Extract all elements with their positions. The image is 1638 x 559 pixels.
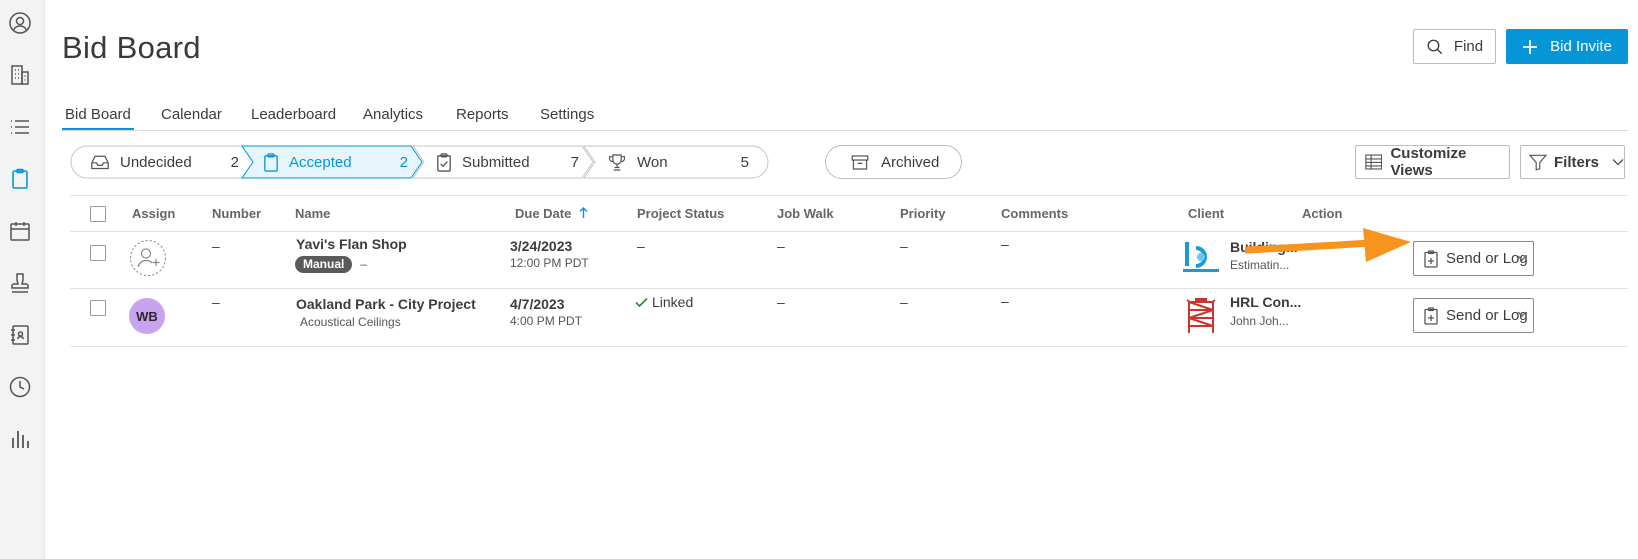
filters-button[interactable]: Filters: [1520, 145, 1625, 179]
building-icon[interactable]: [6, 61, 34, 89]
clipboard-icon: [264, 152, 278, 172]
stage-won-label: Won: [637, 153, 668, 171]
chevron-down-icon: [1612, 159, 1624, 166]
search-icon: [1427, 39, 1443, 54]
row-project-status-label: Linked: [652, 294, 694, 310]
stage-submitted-label: Submitted: [462, 153, 530, 171]
archived-button[interactable]: Archived: [825, 145, 962, 179]
stage-accepted[interactable]: Accepted 2: [241, 145, 424, 179]
sort-ascending-icon: [579, 207, 588, 218]
bar-chart-icon[interactable]: [6, 425, 34, 453]
row-due-date: 3/24/2023: [510, 238, 573, 254]
filter-funnel-icon: [1529, 154, 1547, 170]
clipboard-plus-icon: [1424, 249, 1438, 268]
avatar[interactable]: WB: [129, 298, 165, 334]
tab-analytics[interactable]: Analytics: [363, 106, 423, 130]
filters-label: Filters: [1553, 153, 1599, 171]
clipboard-plus-icon: [1424, 306, 1438, 325]
row-comments: –: [1001, 293, 1009, 309]
row-subtitle: –: [360, 257, 367, 271]
row-name[interactable]: Yavi's Flan Shop: [296, 236, 407, 252]
plus-icon: [1523, 39, 1538, 54]
expand-row-chevron-icon[interactable]: [1516, 254, 1528, 262]
tab-calendar[interactable]: Calendar: [161, 106, 222, 130]
col-priority[interactable]: Priority: [900, 206, 946, 221]
row-project-status: –: [637, 238, 645, 254]
row-client-name[interactable]: HRL Con...: [1230, 294, 1301, 310]
col-number[interactable]: Number: [212, 206, 261, 221]
row-comments: –: [1001, 236, 1009, 252]
row-checkbox[interactable]: [90, 300, 106, 316]
customize-views-label: Customize Views: [1390, 145, 1467, 179]
col-action[interactable]: Action: [1302, 206, 1342, 221]
stage-submitted-count: 7: [570, 153, 579, 171]
clipboard-icon[interactable]: [6, 165, 34, 193]
row-due-time: 4:00 PM PDT: [510, 314, 583, 328]
left-sidebar: [0, 0, 45, 559]
row-due-date: 4/7/2023: [510, 296, 565, 312]
tab-bid-board[interactable]: Bid Board: [62, 106, 134, 130]
row-priority: –: [900, 238, 908, 254]
stage-accepted-count: 2: [399, 153, 408, 171]
customize-views-button[interactable]: Customize Views: [1355, 145, 1510, 179]
row-name-meta: Manual –: [295, 255, 367, 273]
inbox-icon: [91, 155, 109, 170]
archived-button-label: Archived: [881, 153, 940, 171]
row-subtitle: Acoustical Ceilings: [300, 315, 401, 329]
stage-won[interactable]: Won 5: [583, 145, 769, 179]
trophy-icon: [608, 153, 626, 171]
tab-bar: Bid Board Calendar Leaderboard Analytics…: [62, 100, 1628, 131]
stage-accepted-label: Accepted: [289, 153, 352, 171]
row-job-walk: –: [777, 294, 785, 310]
row-due-time: 12:00 PM PDT: [510, 256, 589, 270]
stage-undecided-count: 2: [230, 153, 239, 171]
row-job-walk: –: [777, 238, 785, 254]
contacts-book-icon[interactable]: [6, 321, 34, 349]
calendar-icon[interactable]: [6, 217, 34, 245]
bid-invite-button-label: Bid Invite: [1550, 38, 1612, 55]
row-number: –: [212, 294, 220, 310]
client-logo-icon: [1183, 240, 1219, 276]
col-job-walk[interactable]: Job Walk: [777, 206, 834, 221]
stage-won-count: 5: [740, 153, 749, 171]
row-project-status: Linked: [635, 294, 693, 310]
tab-leaderboard[interactable]: Leaderboard: [251, 106, 336, 130]
check-icon: [635, 297, 648, 307]
col-assign[interactable]: Assign: [132, 206, 175, 221]
stage-undecided-label: Undecided: [120, 153, 192, 171]
table-grid-icon: [1365, 154, 1383, 170]
list-icon[interactable]: [6, 113, 34, 141]
tab-reports[interactable]: Reports: [456, 106, 509, 130]
stage-submitted[interactable]: Submitted 7: [412, 145, 595, 179]
col-client[interactable]: Client: [1188, 206, 1224, 221]
manual-badge: Manual: [295, 256, 353, 273]
col-project-status[interactable]: Project Status: [637, 206, 724, 221]
clipboard-check-icon: [437, 152, 451, 172]
stamp-icon[interactable]: [6, 269, 34, 297]
client-logo-icon: [1186, 298, 1216, 333]
stage-undecided[interactable]: Undecided 2: [70, 145, 255, 179]
clock-icon[interactable]: [6, 373, 34, 401]
find-button-label: Find: [1453, 38, 1484, 55]
table-row[interactable]: WB – Oakland Park - City Project Acousti…: [70, 289, 1628, 347]
col-name[interactable]: Name: [295, 206, 330, 221]
expand-row-chevron-icon[interactable]: [1516, 310, 1528, 318]
col-due-date-label: Due Date: [515, 206, 572, 221]
col-due-date[interactable]: Due Date: [515, 206, 588, 221]
col-comments[interactable]: Comments: [1001, 206, 1068, 221]
row-number: –: [212, 238, 220, 254]
user-circle-icon[interactable]: [6, 9, 34, 37]
archive-box-icon: [851, 154, 869, 170]
row-name[interactable]: Oakland Park - City Project: [296, 296, 476, 312]
tab-settings[interactable]: Settings: [540, 106, 594, 130]
bid-invite-button[interactable]: Bid Invite: [1506, 29, 1628, 64]
select-all-checkbox[interactable]: [90, 206, 106, 222]
row-client-sub: John Joh...: [1230, 314, 1289, 328]
page-title: Bid Board: [62, 30, 201, 65]
find-button[interactable]: Find: [1413, 29, 1496, 64]
row-priority: –: [900, 294, 908, 310]
assign-user-icon[interactable]: [129, 239, 167, 277]
annotation-arrow-icon: [1245, 228, 1411, 262]
row-checkbox[interactable]: [90, 245, 106, 261]
